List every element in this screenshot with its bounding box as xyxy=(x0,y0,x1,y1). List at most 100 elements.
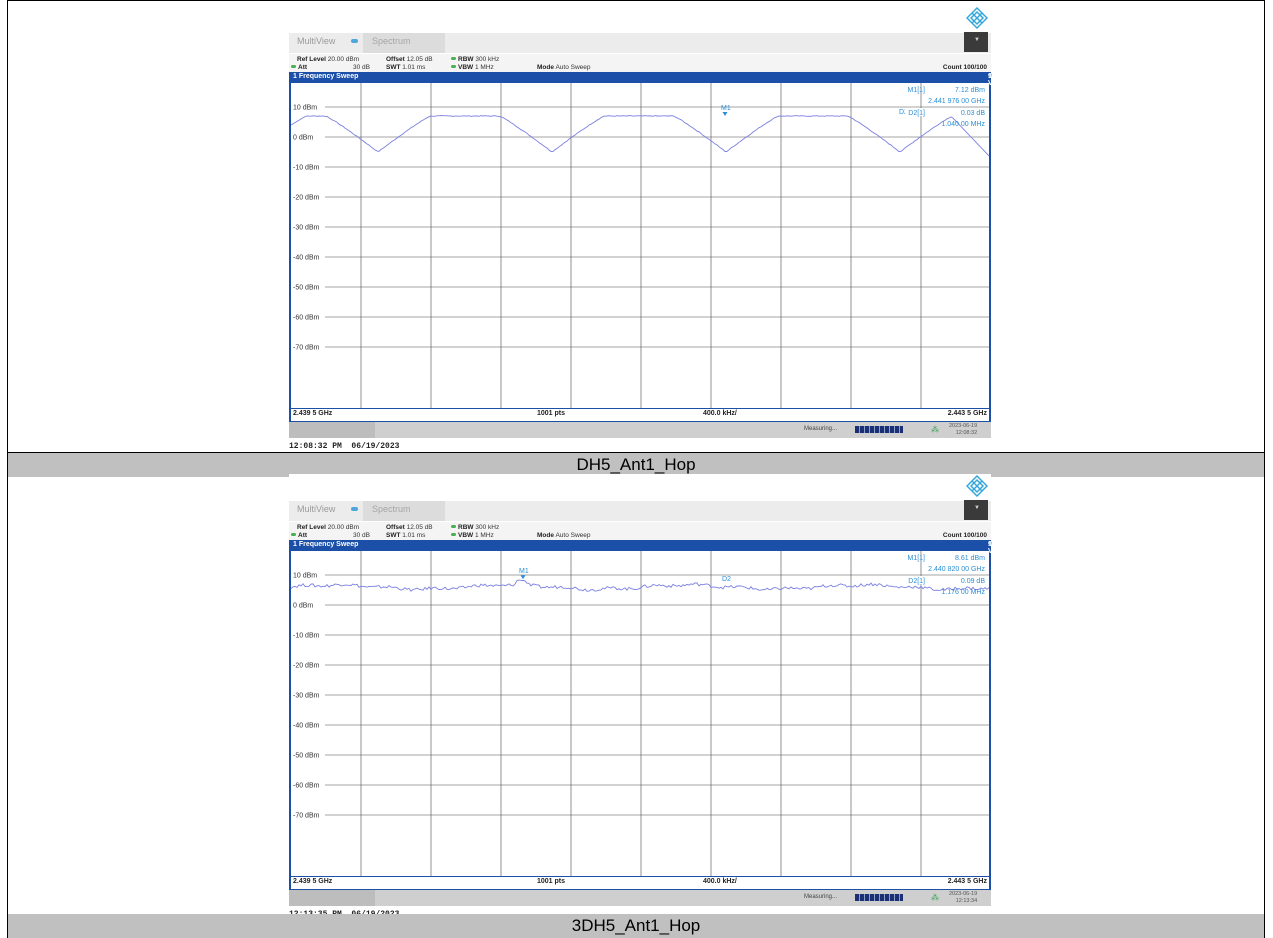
y-axis-label: -70 dBm xyxy=(293,813,320,820)
tab-spectrum-label: Spectrum xyxy=(372,504,411,514)
frequency-sweep-panel: 1 Frequency Sweep 1Pk View 10 dBm 0 dBm -1… xyxy=(289,540,1004,890)
chevron-down-icon: ▼ xyxy=(974,505,980,511)
marker-d2-name: D2[1] xyxy=(908,110,925,117)
table-border-top xyxy=(7,0,1265,1)
status-datetime: 2023-06-19 12:13:34 xyxy=(949,891,978,904)
trace-markers: M1 D2 xyxy=(519,568,731,583)
dropdown-button[interactable]: ▼ xyxy=(964,32,988,52)
caption-2: 3DH5_Ant1_Hop xyxy=(8,914,1264,938)
spectrum-trace xyxy=(291,115,989,157)
rbw-setting[interactable]: RBW 300 kHz xyxy=(451,524,499,531)
network-icon: ⁂ xyxy=(931,425,939,434)
swt-setting[interactable]: SWT 1.01 ms xyxy=(386,532,425,539)
y-axis-label: -60 dBm xyxy=(293,783,320,790)
marker-m1-icon xyxy=(722,112,728,116)
att-setting[interactable]: Att xyxy=(291,64,307,71)
start-frequency: 2.439 5 GHz xyxy=(293,878,333,885)
y-axis-label: 0 dBm xyxy=(293,135,313,142)
marker-d2-value: 0.03 dB xyxy=(961,110,985,117)
spectrum-trace xyxy=(291,579,989,592)
att-setting[interactable]: Att xyxy=(291,532,307,539)
sweep-count: Count 100/100 xyxy=(942,64,987,71)
spectrum-plot[interactable]: 10 dBm 0 dBm -10 dBm -20 dBm -30 dBm -40 dBm -… xyxy=(291,551,989,876)
vbw-setting[interactable]: VBW 1 MHz xyxy=(451,64,494,71)
panel-title: 1 Frequency Sweep xyxy=(293,73,359,80)
mode-setting[interactable]: Mode Auto Sweep xyxy=(537,532,591,539)
att-value: 30 dB xyxy=(353,64,370,71)
rohde-schwarz-logo-icon xyxy=(966,7,988,29)
instrument-display: MultiView Spectrum ▼ Ref Level 20.00 dBm… xyxy=(289,474,1004,906)
status-datetime: 2023-06-19 12:08:32 xyxy=(949,423,978,436)
y-axis-label: -60 dBm xyxy=(293,315,320,322)
swt-setting[interactable]: SWT 1.01 ms xyxy=(386,64,425,71)
marker-m1-frequency: 2.440 820 00 GHz xyxy=(928,566,985,573)
offset-setting[interactable]: Offset 12.05 dB xyxy=(386,56,433,63)
tab-indicator-icon xyxy=(351,507,358,511)
marker-m1-frequency: 2.441 976 00 GHz xyxy=(928,98,985,105)
start-frequency: 2.439 5 GHz xyxy=(293,410,333,417)
plot-footer: 2.439 5 GHz 1001 pts 400.0 kHz/ 2.443 5 … xyxy=(291,408,989,421)
y-axis-label: -40 dBm xyxy=(293,255,320,262)
offset-setting[interactable]: Offset 12.05 dB xyxy=(386,524,433,531)
marker-d2-label: D2 xyxy=(722,576,731,583)
tab-multiview[interactable]: MultiView xyxy=(297,36,335,46)
status-bar: Measuring... ⁂ 2023-06-19 12:13:34 xyxy=(289,890,991,906)
marker-d2-frequency: 1.176 00 MHz xyxy=(941,589,985,596)
y-axis-label: -30 dBm xyxy=(293,693,320,700)
panel-title: 1 Frequency Sweep xyxy=(293,541,359,548)
status-bar-softkey[interactable] xyxy=(289,890,375,906)
y-axis-label: -40 dBm xyxy=(293,723,320,730)
sweep-count: Count 100/100 xyxy=(942,532,987,539)
rbw-setting[interactable]: RBW 300 kHz xyxy=(451,56,499,63)
measuring-status: Measuring... xyxy=(804,426,838,432)
stop-frequency: 2.443 5 GHz xyxy=(947,878,987,885)
marker-table: M1[1] 8.61 dBm 2.440 820 00 GHzD2[1] 0.09 d… xyxy=(905,555,985,596)
marker-m1-name: M1[1] xyxy=(907,87,925,94)
y-axis-label: -50 dBm xyxy=(293,285,320,292)
marker-m1-name: M1[1] xyxy=(907,555,925,562)
tab-spectrum[interactable]: Spectrum xyxy=(363,33,445,53)
table-border-right xyxy=(1264,0,1265,938)
tab-multiview[interactable]: MultiView xyxy=(297,504,335,514)
progress-bar xyxy=(855,426,903,433)
measuring-status: Measuring... xyxy=(804,894,838,900)
plot-footer: 2.439 5 GHz 1001 pts 400.0 kHz/ 2.443 5 … xyxy=(291,876,989,889)
y-axis-label: -10 dBm xyxy=(293,633,320,640)
marker-m1-value: 7.12 dBm xyxy=(955,87,985,94)
vbw-setting[interactable]: VBW 1 MHz xyxy=(451,532,494,539)
dropdown-button[interactable]: ▼ xyxy=(964,500,988,520)
tab-spectrum[interactable]: Spectrum xyxy=(363,501,445,521)
marker-table: M1[1] 7.12 dBm 2.441 976 00 GHzD2[1] 0.03 d… xyxy=(905,87,985,128)
analyzer-screenshot-2: MultiView Spectrum ▼ Ref Level 20.00 dBm… xyxy=(289,474,1004,919)
tab-indicator-icon xyxy=(351,39,358,43)
panel-title-bar: 1 Frequency Sweep 1Pk View xyxy=(291,73,1004,87)
capture-timestamp: 12:08:32 PM 06/19/2023 xyxy=(289,442,400,451)
network-icon: ⁂ xyxy=(931,893,939,902)
plot-grid xyxy=(291,83,989,408)
mode-setting[interactable]: Mode Auto Sweep xyxy=(537,64,591,71)
chevron-down-icon: ▼ xyxy=(974,37,980,43)
marker-d2-value: 0.09 dB xyxy=(961,578,985,585)
y-axis-label: -20 dBm xyxy=(293,195,320,202)
y-axis-label: 0 dBm xyxy=(293,603,313,610)
stop-frequency: 2.443 5 GHz xyxy=(947,410,987,417)
progress-bar xyxy=(855,894,903,901)
marker-d2-name: D2[1] xyxy=(908,578,925,585)
spectrum-plot[interactable]: 10 dBm 0 dBm -10 dBm -20 dBm -30 dBm -40 dBm -… xyxy=(291,83,989,408)
att-value: 30 dB xyxy=(353,532,370,539)
instrument-display: MultiView Spectrum ▼ Ref Level 20.00 dBm… xyxy=(289,6,1004,438)
y-axis-label: -70 dBm xyxy=(293,345,320,352)
marker-m1-value: 8.61 dBm xyxy=(955,555,985,562)
y-axis-label: -20 dBm xyxy=(293,663,320,670)
ref-level-setting[interactable]: Ref Level 20.00 dBm xyxy=(297,524,359,531)
marker-m1-label: M1 xyxy=(519,568,529,575)
ref-level-setting[interactable]: Ref Level 20.00 dBm xyxy=(297,56,359,63)
y-axis-label: 10 dBm xyxy=(293,573,317,580)
y-axis-labels: 10 dBm 0 dBm -10 dBm -20 dBm -30 dBm -40 dBm -… xyxy=(291,102,325,352)
y-axis-label: -50 dBm xyxy=(293,753,320,760)
analyzer-screenshot-1: MultiView Spectrum ▼ Ref Level 20.00 dBm… xyxy=(289,6,1004,451)
sweep-points: 1001 pts xyxy=(537,410,566,417)
span-per-division: 400.0 kHz/ xyxy=(703,878,737,885)
status-bar-softkey[interactable] xyxy=(289,422,375,438)
rohde-schwarz-logo-icon xyxy=(966,475,988,497)
